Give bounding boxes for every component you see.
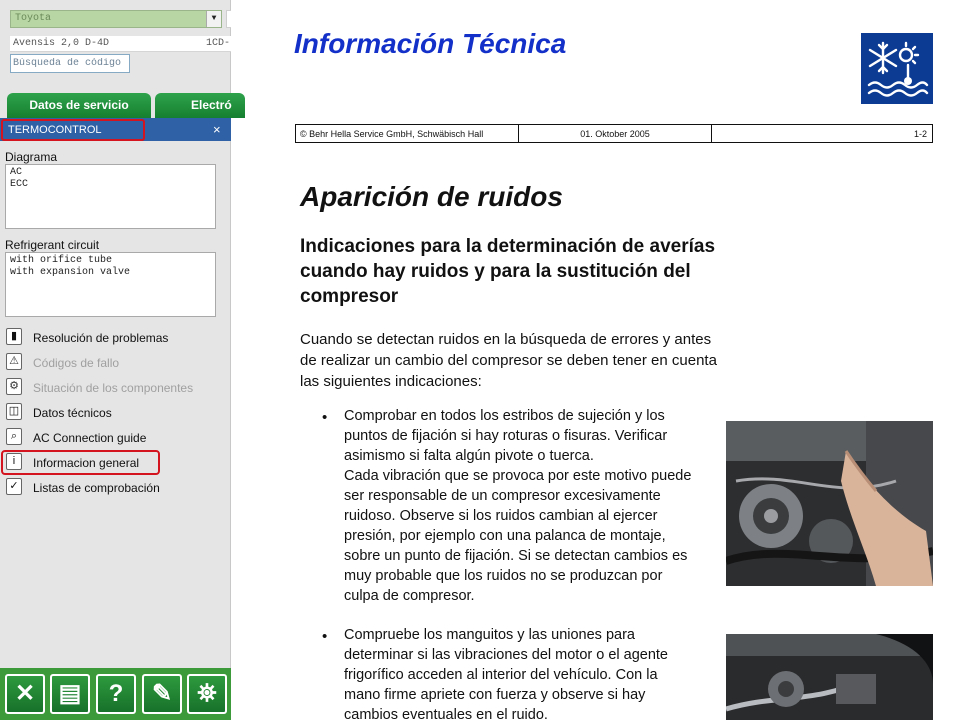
text-line: ser responsable de un compresor excesiva… [344, 488, 661, 504]
bullet-paragraph: Compruebe los manguitos y las uniones pa… [344, 625, 714, 720]
close-icon[interactable]: × [213, 122, 221, 137]
panel-title-highlight [1, 119, 145, 141]
code-search-input[interactable] [10, 54, 130, 73]
document-date: 01. Oktober 2005 [518, 125, 712, 142]
close-button[interactable]: ✕ [5, 674, 45, 714]
document-heading: Aparición de ruidos [300, 181, 563, 212]
menu-item-fault-codes: ⚠ Códigos de fallo [5, 352, 229, 374]
menu-item-label: Listas de comprobación [33, 481, 160, 495]
vehicle-make-select[interactable]: Toyota ▼ [10, 10, 222, 28]
print-button[interactable]: ▤ [50, 674, 90, 714]
print-icon: ▤ [58, 680, 82, 707]
text-line: Comprobar en todos los estribos de sujec… [344, 408, 665, 424]
text-line: puntos de fijación si hay roturas o fisu… [344, 428, 668, 444]
car-icon: ⚙ [6, 378, 22, 395]
menu-item-highlight [1, 450, 160, 475]
menu-item-component-location: ⚙ Situación de los componentes [5, 377, 229, 399]
menu-item-label: Datos técnicos [33, 406, 112, 420]
diagram-listbox[interactable]: AC ECC [5, 164, 216, 229]
warning-icon: ⚠ [6, 353, 22, 370]
snowflake-sun-icon [867, 41, 929, 97]
engine-code-value: 1CD- [206, 38, 231, 49]
text-line: presión, por ejemplo con una palanca de … [344, 528, 666, 544]
binoculars-icon: ⛯ [197, 680, 217, 707]
menu-item-label: Situación de los componentes [33, 381, 194, 395]
notes-button[interactable]: ✎ [142, 674, 182, 714]
climate-control-logo [861, 33, 933, 104]
chevron-down-icon[interactable]: ▼ [206, 11, 221, 27]
sidebar: Toyota ▼ Avensis 2,0 D-4D 1CD- Datos de … [0, 0, 245, 720]
book-icon: ◫ [6, 403, 22, 420]
text-line: asimismo si falta algún pivote o tuerca. [344, 448, 594, 464]
diagram-label: Diagrama [5, 150, 58, 164]
refrigerant-circuit-label: Refrigerant circuit [5, 238, 100, 252]
menu-item-technical-data[interactable]: ◫ Datos técnicos [5, 402, 229, 424]
text-line: muy probable que los ruidos no se produz… [344, 568, 663, 584]
text-line: culpa de compresor. [344, 588, 475, 604]
tab-electronics[interactable]: Electró [155, 93, 245, 118]
document-subheading: Indicaciones para la determinación de av… [300, 236, 716, 307]
checkmark-icon: ✓ [6, 478, 22, 495]
refrigerant-circuit-listbox[interactable]: with orifice tube with expansion valve [5, 252, 216, 317]
bullet-symbol: • [322, 409, 328, 426]
search-button[interactable]: ⛯ [187, 674, 227, 714]
menu-item-checklists[interactable]: ✓ Listas de comprobación [5, 477, 229, 499]
bullet-symbol: • [322, 628, 328, 645]
tabs-bar: Datos de servicio Electró [0, 93, 245, 118]
search-icon: ⌕ [6, 428, 22, 445]
menu-item-troubleshooting[interactable]: ▮ Resolución de problemas [5, 327, 229, 349]
text-line: cambios eventuales en el ruido. [344, 707, 548, 720]
list-item[interactable]: with expansion valve [10, 267, 211, 279]
vehicle-make-value: Toyota [15, 13, 52, 24]
engine-photo [726, 421, 933, 586]
text-line: ruidoso. Observe si los ruidos cambian a… [344, 508, 658, 524]
document-intro: Cuando se detectan ruidos en la búsqueda… [300, 331, 717, 390]
text-line: sobre un punto de fijación. Si se detect… [344, 548, 688, 564]
tools-icon: ▮ [6, 328, 22, 345]
notes-icon: ✎ [151, 680, 173, 707]
menu-item-ac-connection-guide[interactable]: ⌕ AC Connection guide [5, 427, 229, 449]
tab-service-data[interactable]: Datos de servicio [7, 93, 151, 118]
list-item[interactable]: AC [10, 167, 211, 179]
page-number: 1-2 [913, 129, 927, 139]
vehicle-model-row[interactable]: Avensis 2,0 D-4D 1CD- [10, 36, 231, 52]
list-item[interactable]: ECC [10, 179, 211, 191]
text-line: mano firme apriete con fuerza y observe … [344, 687, 646, 703]
list-item[interactable]: with orifice tube [10, 255, 211, 267]
bottom-toolbar: ✕ ▤ ? ✎ ⛯ [0, 668, 231, 720]
help-icon: ? [108, 680, 124, 707]
vehicle-model-value: Avensis 2,0 D-4D [13, 38, 110, 49]
copyright-text: © Behr Hella Service GmbH, Schwäbisch Ha… [300, 129, 484, 139]
bullet-paragraph: Comprobar en todos los estribos de sujec… [344, 406, 714, 606]
text-line: Cada vibración que se provoca por este m… [344, 468, 692, 484]
text-line: Compruebe los manguitos y las uniones pa… [344, 627, 635, 643]
menu-item-label: Códigos de fallo [33, 356, 120, 370]
help-button[interactable]: ? [96, 674, 136, 714]
menu-item-label: AC Connection guide [33, 431, 147, 445]
document-header-table: © Behr Hella Service GmbH, Schwäbisch Ha… [295, 124, 933, 143]
text-line: determinar si las vibraciones del motor … [344, 647, 668, 663]
engine-hose-photo [726, 634, 933, 720]
text-line: frigorífico acceden al interior del vehí… [344, 667, 658, 683]
close-icon: ✕ [14, 680, 36, 707]
menu-item-label: Resolución de problemas [33, 331, 169, 345]
secondary-select[interactable] [226, 10, 231, 28]
document-title: Información Técnica [294, 28, 567, 59]
